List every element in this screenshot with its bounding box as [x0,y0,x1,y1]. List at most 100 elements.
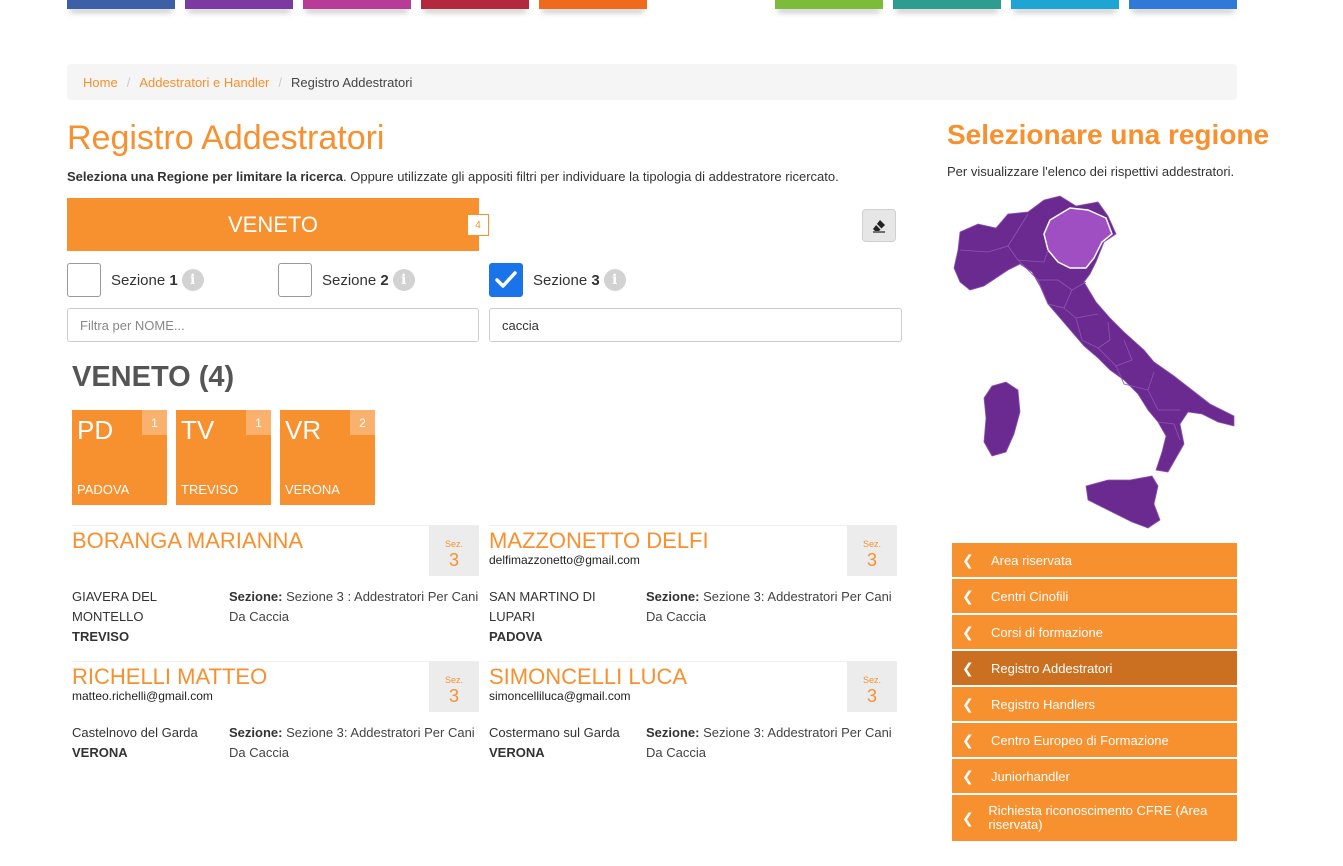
category-tab[interactable] [1129,0,1237,9]
category-tab[interactable] [539,0,647,9]
breadcrumb-separator: / [278,74,283,90]
trainer-card: RICHELLI MATTEO matteo.richelli@gmail.co… [72,661,479,760]
trainer-town: SAN MARTINO DI LUPARI [489,589,596,624]
trainer-name[interactable]: SIMONCELLI LUCA [489,664,687,690]
province-tile-tv[interactable]: TV 1 TREVISO [176,410,271,505]
breadcrumb-current: Registro Addestratori [291,74,413,90]
sidebar-menu: ❮ Area riservata ❮ Centri Cinofili ❮ Corsi … [952,543,1237,843]
province-tile-vr[interactable]: VR 2 VERONA [280,410,375,505]
trainer-section: Sezione: Sezione 3: Addestratori Per Can… [646,589,892,624]
trainer-name[interactable]: MAZZONETTO DELFI [489,528,709,554]
trainer-location: SAN MARTINO DI LUPARI PADOVA [489,587,639,647]
trainer-location: GIAVERA DEL MONTELLO TREVISO [72,587,222,647]
section-1-checkbox[interactable] [67,263,101,297]
category-tab[interactable] [657,0,765,9]
section-filter-2: Sezione 2 i [278,263,415,297]
trainer-province: VERONA [72,745,128,760]
province-count-badge: 2 [350,410,375,435]
sidebar-menu-item[interactable]: ❮ Corsi di formazione [952,615,1237,651]
sidebar-menu-item-active[interactable]: ❮ Registro Addestratori [952,651,1237,687]
province-name: VERONA [285,482,340,497]
sidebar-subtitle: Per visualizzare l'elenco dei rispettivi… [947,164,1235,179]
trainer-province: VERONA [489,745,545,760]
keyword-filter-input[interactable] [489,308,902,342]
section-badge: Sez. 3 [847,526,897,576]
map-region-sardinia[interactable] [983,381,1021,457]
trainer-email: simoncelliluca@gmail.com [489,689,631,703]
map-region-sicily[interactable] [1085,475,1161,529]
category-tab[interactable] [1011,0,1119,9]
category-tab[interactable] [421,0,529,9]
section-filter-1: Sezione 1 i [67,263,204,297]
trainer-town: GIAVERA DEL MONTELLO [72,589,157,624]
chevron-left-icon: ❮ [962,695,974,712]
chevron-left-icon: ❮ [962,551,974,568]
category-tab[interactable] [893,0,1001,9]
trainer-location: Castelnovo del Garda VERONA [72,723,222,763]
breadcrumb: Home / Addestratori e Handler / Registro… [67,64,1237,100]
breadcrumb-section-link[interactable]: Addestratori e Handler [139,75,269,90]
section-filter-3: Sezione 3 i [489,263,626,297]
chevron-left-icon: ❮ [962,767,974,784]
trainer-section: Sezione: Sezione 3: Addestratori Per Can… [646,725,892,760]
sidebar-title: Selezionare una regione [947,119,1270,150]
trainer-province: PADOVA [489,629,543,644]
trainer-email: delfimazzonetto@gmail.com [489,553,640,567]
province-tile-pd[interactable]: PD 1 PADOVA [72,410,167,505]
chevron-left-icon: ❮ [962,659,974,676]
province-count-badge: 1 [246,410,271,435]
province-code: VR [285,415,322,445]
section-badge: Sez. 3 [429,526,479,576]
trainer-name[interactable]: RICHELLI MATTEO [72,664,267,690]
trainer-province: TREVISO [72,629,130,644]
chevron-left-icon: ❮ [962,587,974,604]
clear-filters-button[interactable] [862,209,896,242]
selected-region-bar[interactable]: VENETO [67,198,479,251]
trainer-card: SIMONCELLI LUCA simoncelliluca@gmail.com… [489,661,897,760]
category-tab[interactable] [775,0,883,9]
section-3-checkbox[interactable] [489,263,523,297]
section-badge: Sez. 3 [847,662,897,712]
section-2-checkbox[interactable] [278,263,312,297]
breadcrumb-home-link[interactable]: Home [83,75,118,90]
intro-text: Seleziona una Regione per limitare la ri… [67,169,839,184]
trainer-email: matteo.richelli@gmail.com [72,689,213,703]
trainer-town: Castelnovo del Garda [72,725,198,740]
breadcrumb-separator: / [126,74,131,90]
info-icon[interactable]: i [603,269,626,291]
italy-region-map[interactable] [948,190,1240,530]
category-tab[interactable] [303,0,411,9]
eraser-icon [873,219,885,233]
sidebar-menu-item[interactable]: ❮ Juniorhandler [952,759,1237,795]
sidebar-menu-item[interactable]: ❮ Area riservata [952,543,1237,579]
province-code: PD [77,415,114,445]
intro-bold: Seleziona una Regione per limitare la ri… [67,169,343,184]
province-count-badge: 1 [142,410,167,435]
page-title: Registro Addestratori [67,119,385,157]
info-icon[interactable]: i [392,269,415,291]
sidebar-menu-item[interactable]: ❮ Centri Cinofili [952,579,1237,615]
trainer-card: BORANGA MARIANNA Sez. 3 GIAVERA DEL MONTE… [72,525,479,644]
section-2-label: Sezione 2 [322,271,389,289]
chevron-left-icon: ❮ [962,623,974,640]
category-tab[interactable] [67,0,175,9]
section-badge: Sez. 3 [429,662,479,712]
info-icon[interactable]: i [181,269,204,291]
region-count-badge: 4 [467,214,489,236]
chevron-left-icon: ❮ [962,731,974,748]
sidebar-menu-item[interactable]: ❮ Richiesta riconoscimento CFRE (Area ris… [952,795,1237,843]
checkmark-icon [495,271,517,288]
sidebar-menu-item[interactable]: ❮ Registro Handlers [952,687,1237,723]
province-name: PADOVA [77,482,130,497]
name-filter-input[interactable] [67,308,479,342]
category-tab[interactable] [185,0,293,9]
trainer-section: Sezione: Sezione 3: Addestratori Per Can… [229,725,475,760]
trainer-name[interactable]: BORANGA MARIANNA [72,528,303,554]
chevron-left-icon: ❮ [962,810,974,826]
trainer-section: Sezione: Sezione 3 : Addestratori Per Ca… [229,589,479,624]
sidebar-menu-item[interactable]: ❮ Centro Europeo di Formazione [952,723,1237,759]
intro-rest: . Oppure utilizzate gli appositi filtri … [343,169,839,184]
trainer-card: MAZZONETTO DELFI delfimazzonetto@gmail.c… [489,525,897,644]
province-code: TV [181,415,215,445]
results-heading: VENETO (4) [72,361,235,393]
